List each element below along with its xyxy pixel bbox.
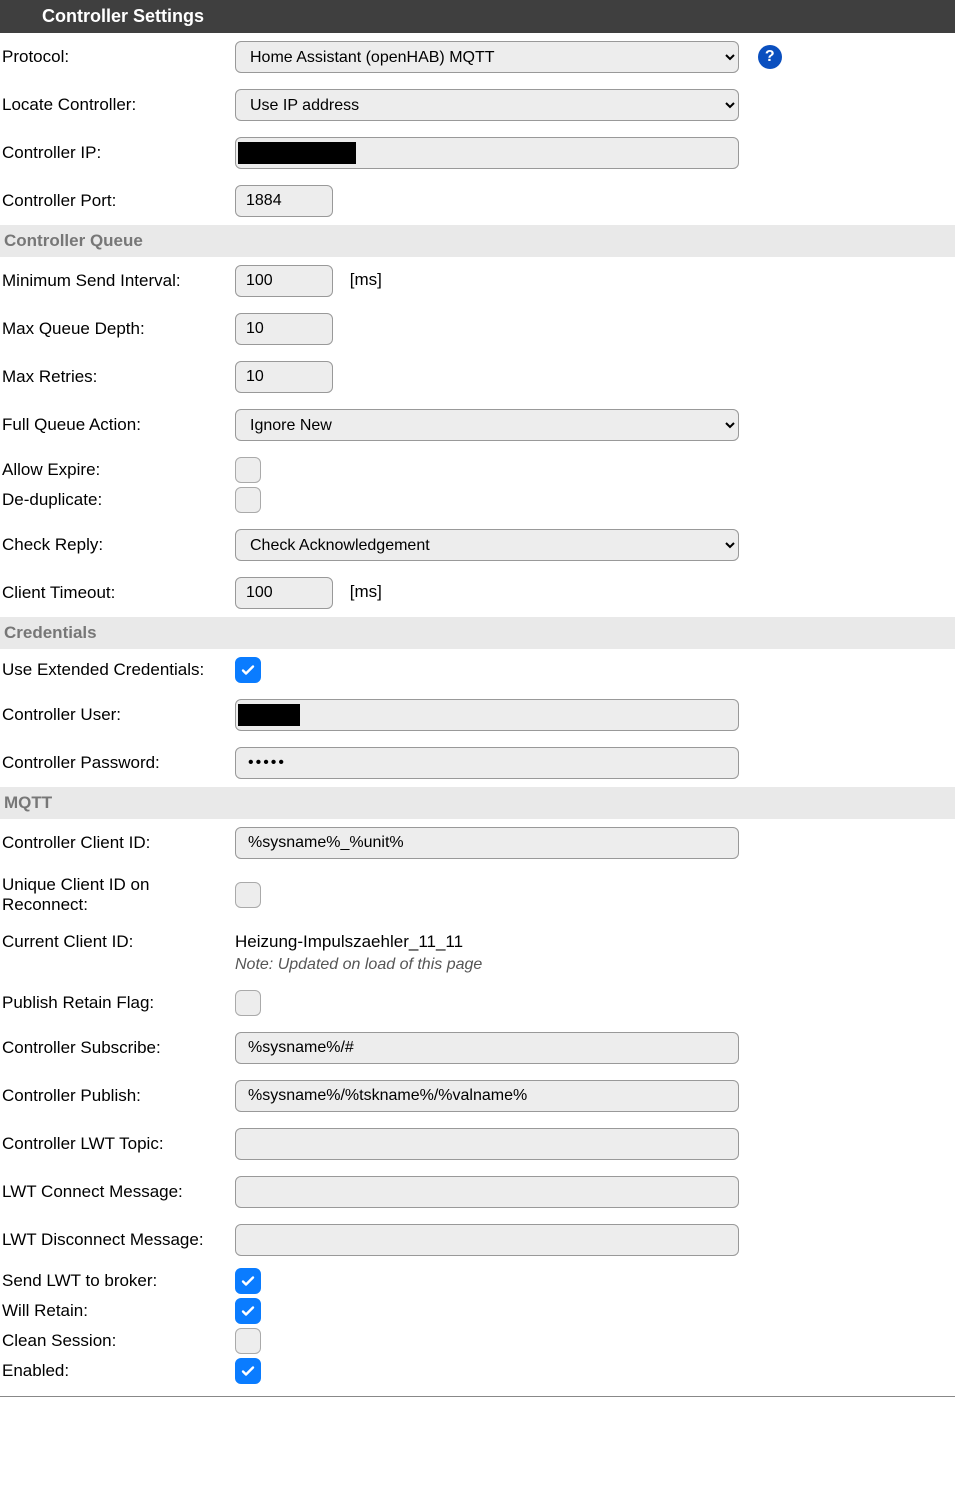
- controller-password-input[interactable]: [235, 747, 739, 779]
- min-send-interval-input[interactable]: [235, 265, 333, 297]
- controller-lwt-topic-label: Controller LWT Topic:: [0, 1120, 233, 1168]
- controller-publish-label: Controller Publish:: [0, 1072, 233, 1120]
- de-duplicate-checkbox[interactable]: [235, 487, 261, 513]
- current-client-id-value: Heizung-Impulszaehler_11_11: [233, 924, 955, 952]
- controller-port-input[interactable]: [235, 185, 333, 217]
- send-lwt-checkbox[interactable]: [235, 1268, 261, 1294]
- bottom-divider: [0, 1396, 955, 1397]
- enabled-label: Enabled:: [0, 1356, 233, 1392]
- enabled-checkbox[interactable]: [235, 1358, 261, 1384]
- full-queue-action-label: Full Queue Action:: [0, 401, 233, 449]
- min-send-interval-label: Minimum Send Interval:: [0, 257, 233, 305]
- publish-retain-flag-label: Publish Retain Flag:: [0, 982, 233, 1024]
- clean-session-checkbox[interactable]: [235, 1328, 261, 1354]
- publish-retain-flag-checkbox[interactable]: [235, 990, 261, 1016]
- controller-user-input[interactable]: [235, 699, 739, 731]
- controller-user-label: Controller User:: [0, 691, 233, 739]
- de-duplicate-label: De-duplicate:: [0, 485, 233, 521]
- current-client-id-label: Current Client ID:: [0, 924, 233, 952]
- unit-ms: [ms]: [350, 582, 382, 601]
- controller-password-label: Controller Password:: [0, 739, 233, 787]
- current-client-id-note: Note: Updated on load of this page: [233, 952, 955, 982]
- controller-publish-input[interactable]: [235, 1080, 739, 1112]
- client-timeout-label: Client Timeout:: [0, 569, 233, 617]
- allow-expire-checkbox[interactable]: [235, 457, 261, 483]
- will-retain-label: Will Retain:: [0, 1296, 233, 1326]
- controller-client-id-input[interactable]: [235, 827, 739, 859]
- check-reply-label: Check Reply:: [0, 521, 233, 569]
- will-retain-checkbox[interactable]: [235, 1298, 261, 1324]
- page-title: Controller Settings: [0, 0, 955, 33]
- use-extended-credentials-label: Use Extended Credentials:: [0, 649, 233, 691]
- max-queue-depth-input[interactable]: [235, 313, 333, 345]
- controller-client-id-label: Controller Client ID:: [0, 819, 233, 867]
- controller-port-label: Controller Port:: [0, 177, 233, 225]
- protocol-label: Protocol:: [0, 33, 233, 81]
- controller-lwt-topic-input[interactable]: [235, 1128, 739, 1160]
- allow-expire-label: Allow Expire:: [0, 449, 233, 485]
- send-lwt-label: Send LWT to broker:: [0, 1264, 233, 1296]
- locate-controller-label: Locate Controller:: [0, 81, 233, 129]
- locate-controller-select[interactable]: Use IP address: [235, 89, 739, 121]
- controller-subscribe-input[interactable]: [235, 1032, 739, 1064]
- client-timeout-input[interactable]: [235, 577, 333, 609]
- clean-session-label: Clean Session:: [0, 1326, 233, 1356]
- check-reply-select[interactable]: Check Acknowledgement: [235, 529, 739, 561]
- section-mqtt: MQTT: [0, 787, 955, 819]
- unique-client-id-label: Unique Client ID on Reconnect:: [0, 867, 233, 924]
- protocol-select[interactable]: Home Assistant (openHAB) MQTT: [235, 41, 739, 73]
- controller-subscribe-label: Controller Subscribe:: [0, 1024, 233, 1072]
- lwt-disconnect-message-label: LWT Disconnect Message:: [0, 1216, 233, 1264]
- section-controller-queue: Controller Queue: [0, 225, 955, 257]
- controller-ip-label: Controller IP:: [0, 129, 233, 177]
- controller-ip-input[interactable]: [235, 137, 739, 169]
- section-credentials: Credentials: [0, 617, 955, 649]
- lwt-connect-message-input[interactable]: [235, 1176, 739, 1208]
- unique-client-id-checkbox[interactable]: [235, 882, 261, 908]
- max-retries-input[interactable]: [235, 361, 333, 393]
- max-retries-label: Max Retries:: [0, 353, 233, 401]
- unique-client-id-label-line1: Unique Client ID on: [2, 875, 149, 894]
- lwt-disconnect-message-input[interactable]: [235, 1224, 739, 1256]
- use-extended-credentials-checkbox[interactable]: [235, 657, 261, 683]
- unit-ms: [ms]: [350, 270, 382, 289]
- help-icon[interactable]: ?: [758, 45, 782, 69]
- lwt-connect-message-label: LWT Connect Message:: [0, 1168, 233, 1216]
- max-queue-depth-label: Max Queue Depth:: [0, 305, 233, 353]
- unique-client-id-label-line2: Reconnect:: [2, 895, 88, 914]
- full-queue-action-select[interactable]: Ignore New: [235, 409, 739, 441]
